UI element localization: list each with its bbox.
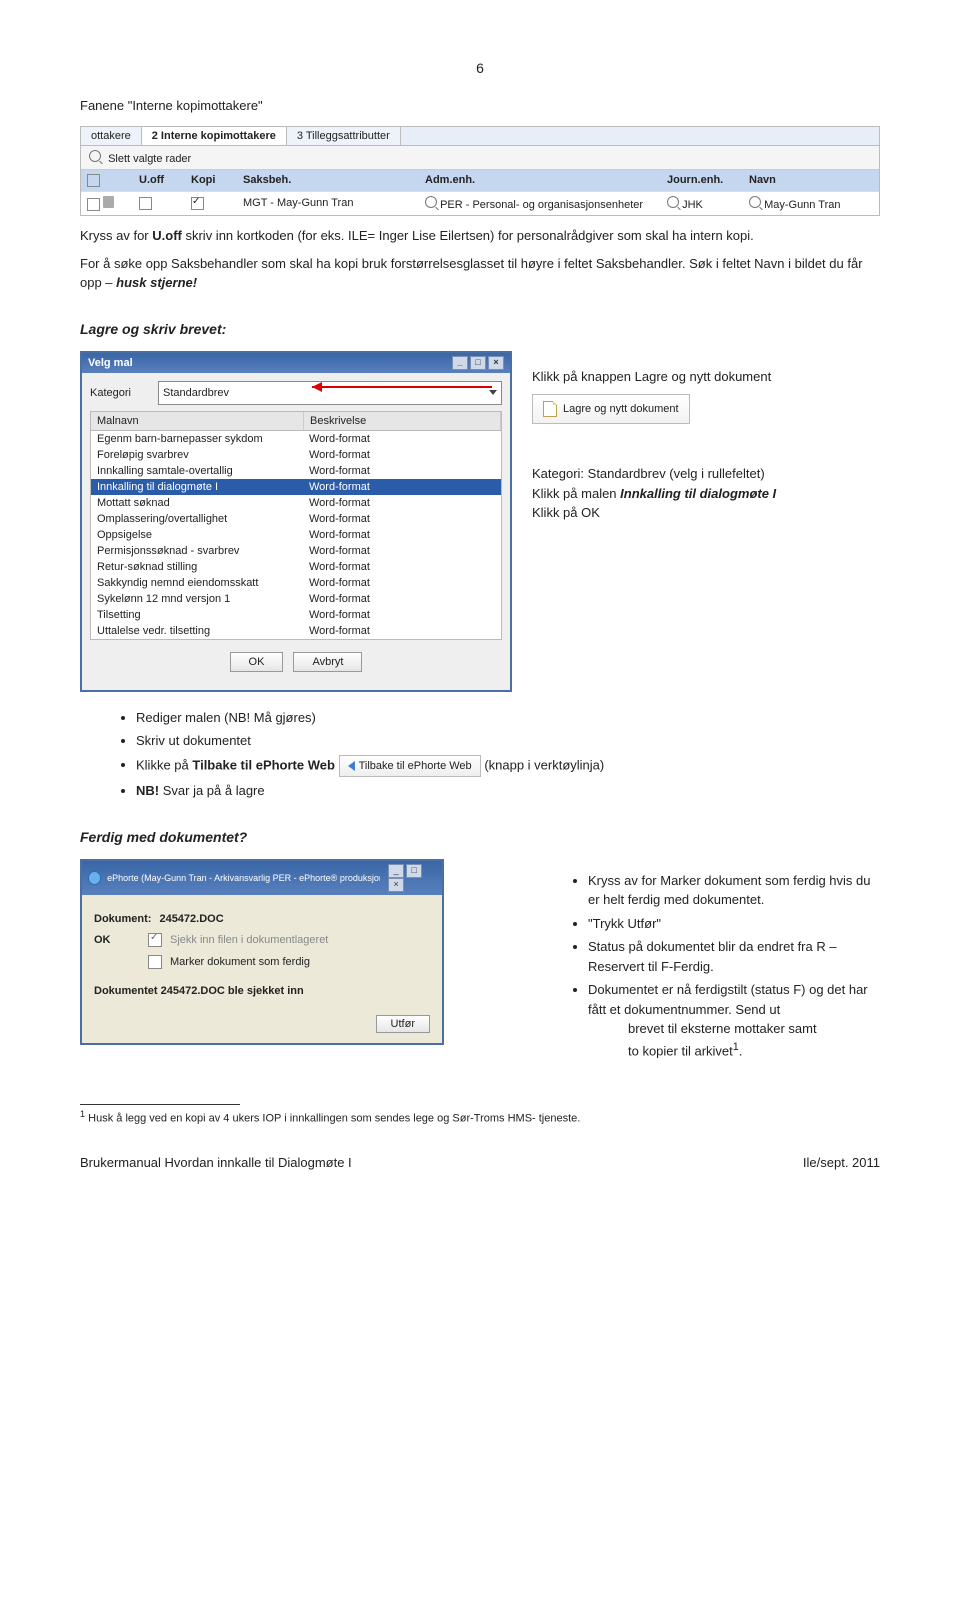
bullet-list-1: Rediger malen (NB! Må gjøres) Skriv ut d…	[96, 708, 880, 801]
page-footer: Brukermanual Hvordan innkalle til Dialog…	[80, 1155, 880, 1170]
list-item[interactable]: Uttalelse vedr. tilsetting	[91, 623, 303, 639]
col-uoff: U.off	[133, 170, 185, 191]
list-item[interactable]: Innkalling samtale-overtallig	[91, 463, 303, 479]
col-saksbeh: Saksbeh.	[237, 170, 419, 191]
marker-ferdig-label: Marker dokument som ferdig	[170, 956, 310, 968]
lagre-og-nytt-dokument-button[interactable]: Lagre og nytt dokument	[532, 394, 690, 424]
footnote-rule	[80, 1104, 240, 1105]
lens-icon[interactable]	[749, 196, 761, 208]
list-item[interactable]: Egenm barn-barnepasser sykdom	[91, 431, 303, 447]
window-buttons[interactable]: _□×	[450, 356, 504, 370]
bullet-list-2: Kryss av for Marker dokument som ferdig …	[548, 871, 880, 1061]
list-item[interactable]: Permisjonssøknad - svarbrev	[91, 543, 303, 559]
dokument-value: 245472.DOC	[159, 913, 223, 925]
sjekk-inn-label: Sjekk inn filen i dokumentlageret	[170, 934, 328, 946]
velg-mal-dialog: Velg mal _□× Kategori Standardbrev Malna…	[80, 351, 512, 692]
list-item: Rediger malen (NB! Må gjøres)	[136, 708, 880, 728]
kategori-label: Kategori	[90, 387, 150, 399]
row-navn: May-Gunn Tran	[764, 199, 840, 211]
list-item[interactable]: Foreløpig svarbrev	[91, 447, 303, 463]
list-item: NB! Svar ja på å lagre	[136, 781, 880, 801]
kategori-value: Standardbrev	[163, 387, 229, 399]
list-item: "Trykk Utfør"	[588, 914, 880, 934]
sjekket-inn-text: Dokumentet 245472.DOC ble sjekket inn	[94, 985, 304, 997]
list-item: Dokumentet er nå ferdigstilt (status F) …	[588, 980, 880, 1060]
instr-kategori: Kategori: Standardbrev (velg i rullefelt…	[532, 464, 880, 523]
para-soke-opp: For å søke opp Saksbehandler som skal ha…	[80, 254, 880, 293]
avbryt-button[interactable]: Avbryt	[293, 652, 362, 672]
mal-list[interactable]: Egenm barn-barnepasser sykdomWord-format…	[90, 431, 502, 640]
list-item-selected[interactable]: Innkalling til dialogmøte I	[91, 479, 303, 495]
heading-fanene: Fanene "Interne kopimottakere"	[80, 96, 880, 116]
row-admenh: PER - Personal- og organisasjonsenheter	[440, 199, 643, 211]
maximize-icon[interactable]: □	[406, 864, 422, 878]
lens-icon[interactable]	[667, 196, 679, 208]
kopi-checkbox[interactable]	[191, 197, 204, 210]
col-journenh: Journ.enh.	[661, 170, 743, 191]
footnote: 1 Husk å legg ved en kopi av 4 ukers IOP…	[80, 1109, 880, 1125]
table-header: U.off Kopi Saksbeh. Adm.enh. Journ.enh. …	[81, 170, 879, 191]
table-row: MGT - May-Gunn Tran PER - Personal- og o…	[81, 191, 879, 216]
list-item[interactable]: Retur-søknad stilling	[91, 559, 303, 575]
tab-interne-kopimottakere[interactable]: 2 Interne kopimottakere	[142, 127, 287, 145]
list-item[interactable]: Sykelønn 12 mnd versjon 1	[91, 591, 303, 607]
heading-ferdig: Ferdig med dokumentet?	[80, 829, 880, 845]
marker-ferdig-checkbox[interactable]	[148, 955, 162, 969]
utfor-button[interactable]: Utfør	[376, 1015, 430, 1033]
close-icon[interactable]: ×	[488, 356, 504, 370]
row-saksbeh: MGT - May-Gunn Tran	[243, 197, 353, 209]
list-item: Status på dokumentet blir da endret fra …	[588, 937, 880, 976]
tilbake-ephorte-button[interactable]: Tilbake til ePhorte Web	[339, 755, 481, 778]
slett-valgte-rader[interactable]: Slett valgte rader	[108, 153, 191, 165]
ok-button[interactable]: OK	[230, 652, 284, 672]
tab-tilleggsattributter[interactable]: 3 Tilleggsattributter	[287, 127, 401, 145]
tabs-screenshot: ottakere 2 Interne kopimottakere 3 Tille…	[80, 126, 880, 217]
para-kryss-av: Kryss av for U.off skriv inn kortkoden (…	[80, 226, 880, 246]
lens-icon	[89, 150, 101, 162]
arrow-back-icon	[348, 761, 355, 771]
col-navn: Navn	[743, 170, 879, 191]
sjekk-inn-checkbox[interactable]	[148, 933, 162, 947]
list-item: Klikke på Tilbake til ePhorte Web Tilbak…	[136, 755, 880, 778]
dialog-title: Velg mal	[88, 357, 133, 369]
red-arrow-annotation	[312, 379, 512, 395]
minimize-icon[interactable]: _	[388, 864, 404, 878]
col-malnavn: Malnavn	[91, 412, 304, 430]
list-item[interactable]: Oppsigelse	[91, 527, 303, 543]
footer-right: Ile/sept. 2011	[803, 1155, 880, 1170]
col-beskrivelse: Beskrivelse	[304, 412, 501, 430]
footer-left: Brukermanual Hvordan innkalle til Dialog…	[80, 1155, 352, 1170]
list-item[interactable]: Sakkyndig nemnd eiendomsskatt	[91, 575, 303, 591]
trash-icon[interactable]	[103, 196, 114, 208]
list-item[interactable]: Mottatt søknad	[91, 495, 303, 511]
close-icon[interactable]: ×	[388, 878, 404, 892]
ok-label: OK	[94, 934, 140, 946]
list-item: Kryss av for Marker dokument som ferdig …	[588, 871, 880, 910]
list-item: Skriv ut dokumentet	[136, 731, 880, 751]
ie-icon	[88, 871, 101, 885]
row-checkbox[interactable]	[87, 198, 100, 211]
tab-mottakere[interactable]: ottakere	[81, 127, 142, 145]
checkbox-header[interactable]	[87, 174, 100, 187]
page-number: 6	[80, 60, 880, 76]
lens-icon[interactable]	[425, 196, 437, 208]
uoff-checkbox[interactable]	[139, 197, 152, 210]
col-kopi: Kopi	[185, 170, 237, 191]
dokument-label: Dokument:	[94, 913, 151, 925]
maximize-icon[interactable]: □	[470, 356, 486, 370]
window-buttons[interactable]: _□×	[386, 864, 436, 892]
instr-klikk-lagre: Klikk på knappen Lagre og nytt dokument	[532, 367, 880, 387]
ferdig-dialog: ePhorte (May-Gunn Tran - Arkivansvarlig …	[80, 859, 444, 1045]
ferdig-dialog-title: ePhorte (May-Gunn Tran - Arkivansvarlig …	[107, 873, 380, 883]
heading-lagre-skriv: Lagre og skriv brevet:	[80, 321, 880, 337]
list-item[interactable]: Omplassering/overtallighet	[91, 511, 303, 527]
list-item[interactable]: Tilsetting	[91, 607, 303, 623]
document-icon	[543, 401, 557, 417]
row-journenh: JHK	[682, 199, 703, 211]
minimize-icon[interactable]: _	[452, 356, 468, 370]
col-admenh: Adm.enh.	[419, 170, 661, 191]
